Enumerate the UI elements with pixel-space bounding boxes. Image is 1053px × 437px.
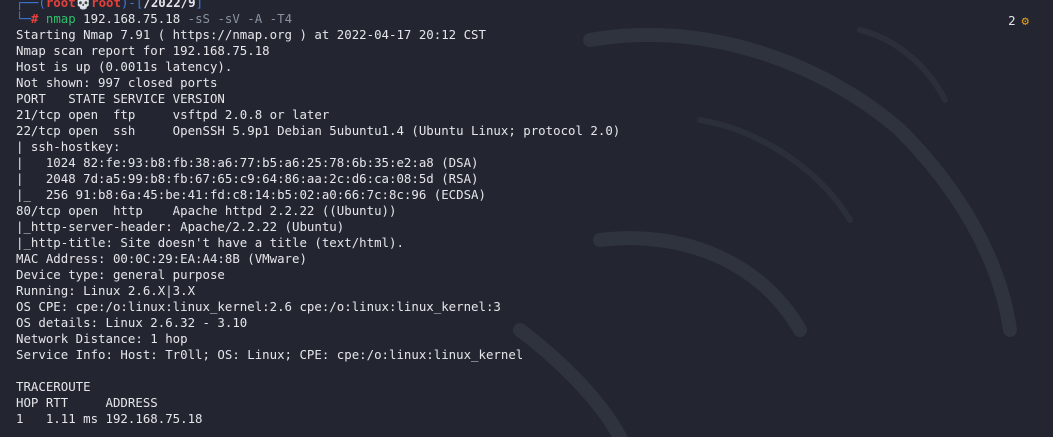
output-line: Starting Nmap 7.91 ( https://nmap.org ) … [16, 27, 486, 42]
skull-icon: 💀 [75, 0, 92, 10]
output-line: |_http-server-header: Apache/2.2.22 (Ubu… [16, 219, 345, 234]
prompt-symbol: # [30, 11, 39, 26]
output-line: 80/tcp open http Apache httpd 2.2.22 ((U… [16, 203, 397, 218]
output-line: Device type: general purpose [16, 267, 225, 282]
output-line: Service Info: Host: Tr0ll; OS: Linux; CP… [16, 347, 524, 362]
command-target: 192.168.75.18 [83, 11, 181, 26]
output-line: Host is up (0.0011s latency). [16, 59, 233, 74]
prompt-frame-end: ] [195, 0, 204, 10]
job-count: 2 [1008, 13, 1016, 28]
output-line: |_http-title: Site doesn't have a title … [16, 235, 404, 250]
prompt-path: /2022/9 [143, 0, 196, 10]
prompt-frame-bottom: └─ [16, 11, 31, 26]
output-line: | ssh-hostkey: [16, 139, 128, 154]
prompt-user: root [45, 0, 76, 10]
prompt-line-top: ┌──(root💀root)-[/2022/9] [16, 0, 1033, 11]
prompt-host: root [91, 0, 121, 10]
output-line: Running: Linux 2.6.X|3.X [16, 283, 196, 298]
output-line: | 1024 82:fe:93:b8:fb:38:a6:77:b5:a6:25:… [16, 155, 479, 170]
output-line: TRACEROUTE [16, 379, 91, 394]
output-line: 1 1.11 ms 192.168.75.18 [16, 411, 203, 426]
output-line: | 2048 7d:a5:99:b8:fb:67:65:c9:64:86:aa:… [16, 171, 479, 186]
output-line: OS details: Linux 2.6.32 - 3.10 [16, 315, 248, 330]
prompt-frame: ┌──( [16, 0, 46, 10]
output-line: Nmap scan report for 192.168.75.18 [16, 43, 270, 58]
prompt-frame-mid: )-[ [120, 0, 144, 10]
output-line: PORT STATE SERVICE VERSION [16, 91, 225, 106]
output-line: 21/tcp open ftp vsftpd 2.0.8 or later [16, 107, 330, 122]
command-args: -sS -sV -A -T4 [187, 11, 293, 26]
prompt-line-command: └─# nmap 192.168.75.18 -sS -sV -A -T4 [16, 11, 1033, 27]
terminal-output[interactable]: ┌──(root💀root)-[/2022/9] └─# nmap 192.16… [16, 0, 1033, 427]
gear-icon: ⚙ [1021, 13, 1029, 28]
output-line: |_ 256 91:b8:6a:45:be:41:fd:c8:14:b5:02:… [16, 187, 486, 202]
output-line: Network Distance: 1 hop [16, 331, 188, 346]
output-line: HOP RTT ADDRESS [16, 395, 158, 410]
output-line: 22/tcp open ssh OpenSSH 5.9p1 Debian 5ub… [16, 123, 621, 138]
output-line: MAC Address: 00:0C:29:EA:A4:8B (VMware) [16, 251, 307, 266]
output-line: Not shown: 997 closed ports [16, 75, 218, 90]
background-jobs-indicator: 2 ⚙ [1008, 13, 1029, 29]
output-line: OS CPE: cpe:/o:linux:linux_kernel:2.6 cp… [16, 299, 501, 314]
command-name: nmap [45, 11, 76, 26]
